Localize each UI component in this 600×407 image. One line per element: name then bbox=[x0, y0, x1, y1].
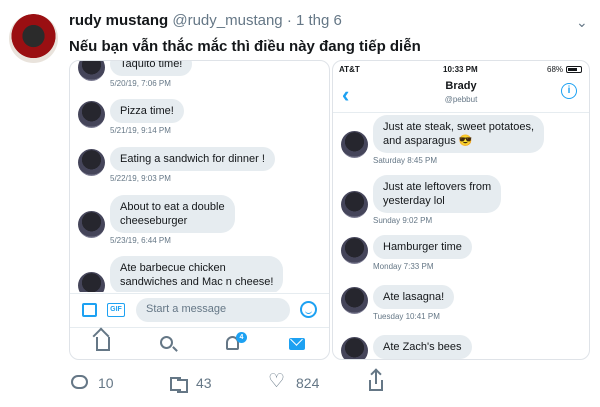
retweet-count: 43 bbox=[196, 375, 212, 391]
carrier: AT&T bbox=[339, 65, 360, 74]
sender-avatar bbox=[341, 191, 368, 218]
tweet-actions: 10 43 ♡ 824 bbox=[0, 371, 600, 398]
message-timestamp: Sunday 9:02 PM bbox=[373, 216, 433, 225]
message-timestamp: Tuesday 10:41 PM bbox=[373, 312, 440, 321]
battery-icon bbox=[566, 66, 582, 73]
sender-avatar bbox=[341, 287, 368, 314]
sender-avatar bbox=[341, 237, 368, 264]
like-count: 824 bbox=[296, 375, 320, 391]
message-bubble: Just ate leftovers from yesterday lol bbox=[373, 175, 502, 213]
author-handle[interactable]: @rudy_mustang bbox=[172, 12, 282, 29]
message-bubble: Just ate steak, sweet potatoes, and aspa… bbox=[373, 115, 545, 153]
emoji-icon bbox=[300, 301, 317, 318]
tab-bar: 4 bbox=[70, 327, 329, 359]
screenshot-left[interactable]: Taquito time! 5/20/19, 7:06 PM Pizza time!… bbox=[69, 60, 330, 360]
search-icon bbox=[160, 336, 173, 349]
tweet-header: rudy mustang @rudy_mustang · 1 thg 6 bbox=[69, 12, 342, 29]
message-bubble: Ate lasagna! bbox=[373, 285, 455, 309]
screenshot-right[interactable]: AT&T 10:33 PM 68% ‹ Brady @pebbut i Just… bbox=[332, 60, 590, 360]
clock: 10:33 PM bbox=[443, 65, 478, 74]
home-icon bbox=[96, 337, 110, 351]
sender-avatar bbox=[78, 101, 105, 128]
sender-avatar bbox=[78, 211, 105, 238]
message-bubble: Ate barbecue chicken sandwiches and Mac … bbox=[110, 256, 284, 292]
message-bubble: About to eat a double cheeseburger bbox=[110, 195, 235, 233]
sender-avatar bbox=[341, 337, 368, 359]
sender-avatar bbox=[78, 61, 105, 81]
author-name[interactable]: rudy mustang bbox=[69, 12, 168, 29]
dm-composer: GIF Start a message bbox=[70, 293, 329, 326]
dm-thread-left: Taquito time! 5/20/19, 7:06 PM Pizza time!… bbox=[70, 61, 329, 292]
tweet-time[interactable]: 1 thg 6 bbox=[296, 12, 342, 29]
sender-avatar bbox=[78, 149, 105, 176]
message-timestamp: 5/22/19, 9:03 PM bbox=[110, 174, 171, 183]
message-timestamp: Saturday 8:45 PM bbox=[373, 156, 438, 165]
message-timestamp: Monday 7:33 PM bbox=[373, 262, 434, 271]
conversation-handle: @pebbut bbox=[444, 95, 478, 104]
notification-badge: 4 bbox=[236, 332, 247, 343]
tweet-text: Nếu bạn vẫn thắc mắc thì điều này đang t… bbox=[69, 38, 421, 55]
separator-dot: · bbox=[286, 12, 292, 29]
reply-icon[interactable] bbox=[71, 375, 88, 389]
conversation-name: Brady bbox=[445, 80, 477, 92]
gif-icon: GIF bbox=[107, 303, 125, 317]
info-icon: i bbox=[561, 83, 577, 99]
message-timestamp: 5/20/19, 7:06 PM bbox=[110, 79, 171, 88]
dm-thread-right: Just ate steak, sweet potatoes, and aspa… bbox=[333, 113, 589, 359]
like-icon[interactable]: ♡ bbox=[268, 372, 285, 392]
mail-icon bbox=[289, 338, 305, 350]
chevron-down-icon[interactable]: ⌄ bbox=[576, 14, 588, 31]
message-bubble: Hamburger time bbox=[373, 235, 472, 259]
message-input: Start a message bbox=[136, 298, 290, 322]
battery-percent: 68% bbox=[547, 65, 564, 74]
message-bubble: Pizza time! bbox=[110, 99, 184, 123]
reply-count: 10 bbox=[98, 375, 114, 391]
message-bubble: Ate Zach's bees bbox=[373, 335, 472, 359]
status-bar: AT&T 10:33 PM 68% bbox=[333, 61, 589, 77]
media-icon bbox=[82, 303, 97, 317]
message-timestamp: 5/23/19, 6:44 PM bbox=[110, 236, 171, 245]
message-timestamp: 5/21/19, 9:14 PM bbox=[110, 126, 171, 135]
sender-avatar bbox=[78, 272, 105, 292]
message-bubble: Eating a sandwich for dinner ! bbox=[110, 147, 275, 171]
share-icon[interactable] bbox=[369, 371, 383, 391]
message-bubble: Taquito time! bbox=[110, 61, 193, 76]
dm-header: ‹ Brady @pebbut i bbox=[333, 77, 589, 113]
author-avatar[interactable] bbox=[9, 14, 58, 63]
sender-avatar bbox=[341, 131, 368, 158]
retweet-icon[interactable] bbox=[168, 374, 188, 393]
